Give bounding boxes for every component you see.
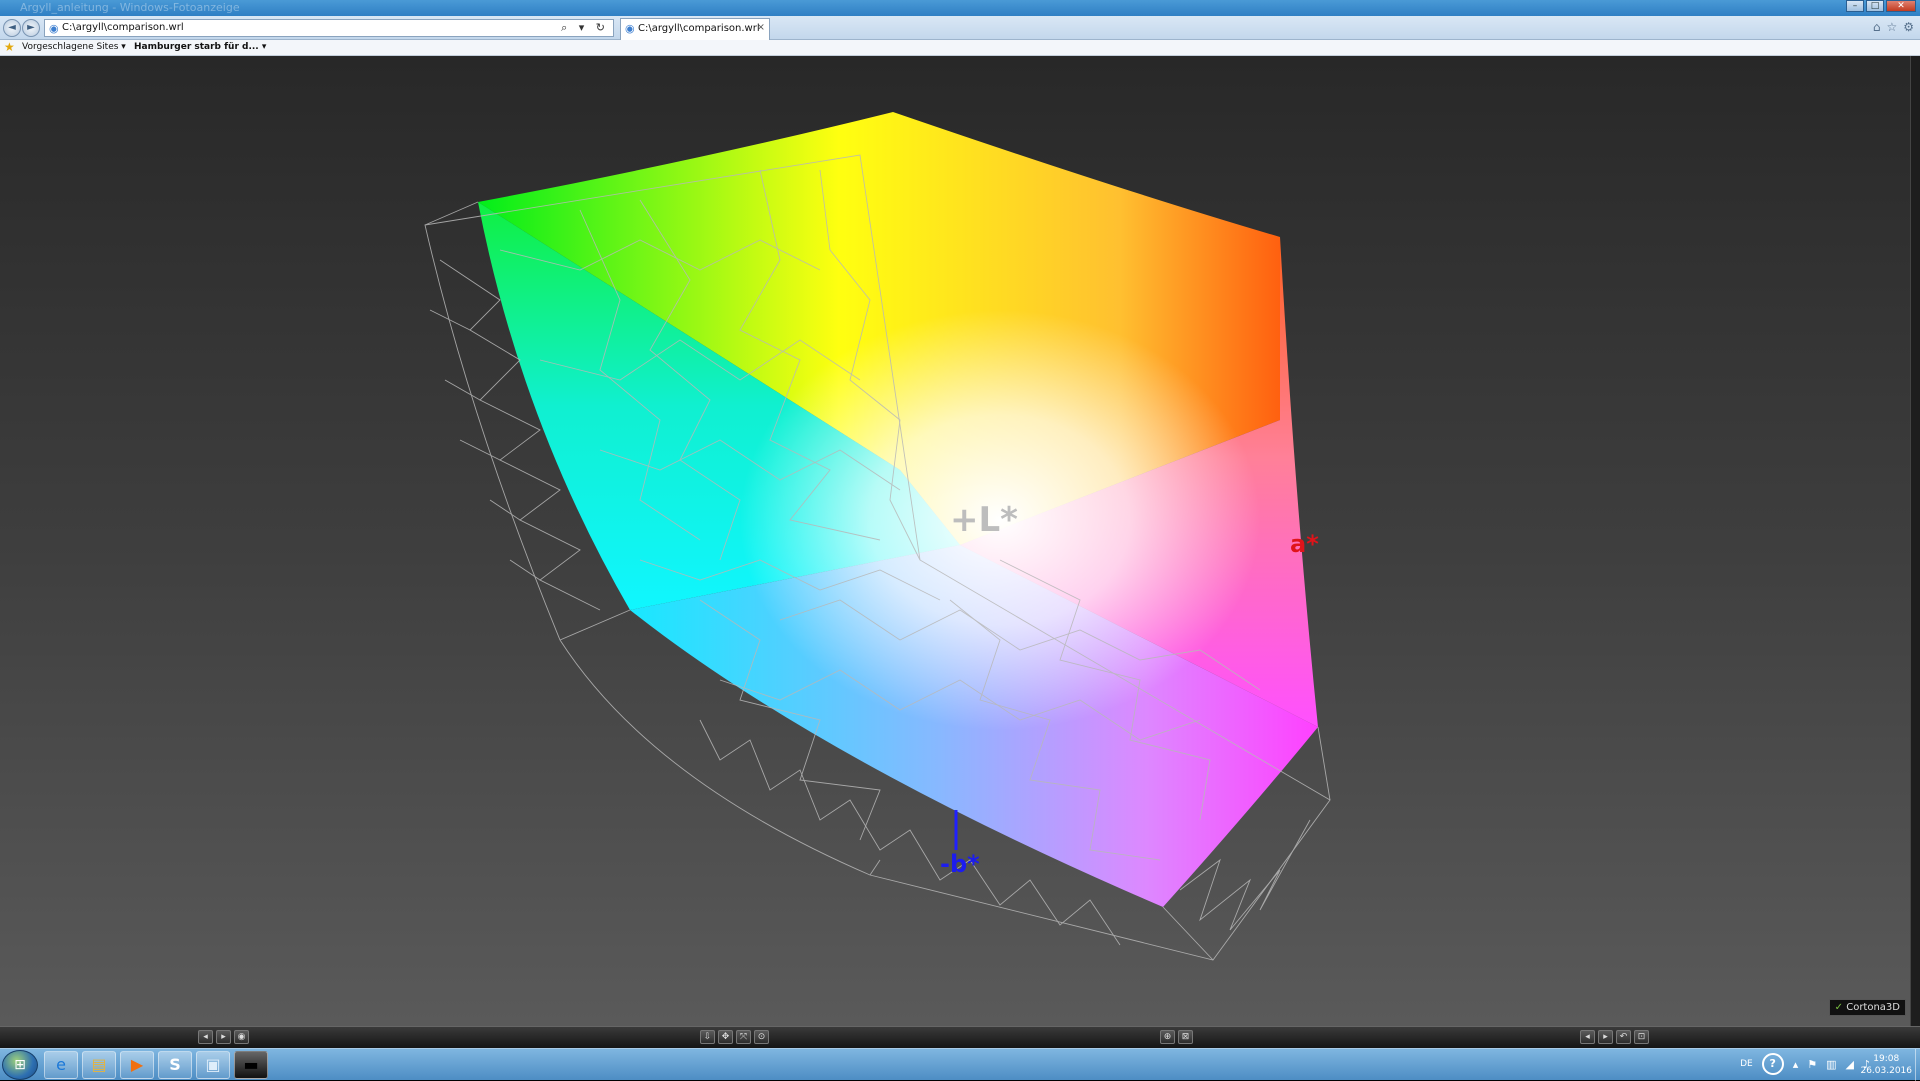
taskbar-photo-viewer[interactable]: ▣ [196,1051,230,1079]
help-icon[interactable]: ? [1761,1053,1784,1075]
axis-label-b: -b* [940,850,980,878]
maximize-button[interactable]: □ [1866,0,1884,12]
windows-taskbar: ⊞ e ▤ ▶ S ▣ ▬ DE ? ▴ ⚑ ▥ ◢ ♪ 19:08 26.03… [0,1048,1920,1081]
controls-right-group: ◂ ▸ ↶ ⊡ [1580,1030,1649,1044]
vrml-3d-viewport[interactable]: +L* a* -b* ✓ Cortona3D [0,56,1910,1026]
rotate-mode-button[interactable]: ⤧ [736,1030,751,1044]
forward-button[interactable]: ► [22,19,40,37]
page-icon: ◉ [49,22,59,35]
step-forward-button[interactable]: ▸ [1598,1030,1613,1044]
navigation-bar: ◄ ► ◉ C:\argyll\comparison.wrl ⌕ ▾ ↻ ◉ C… [0,16,1920,40]
taskbar-internet-explorer[interactable]: e [44,1051,78,1079]
taskbar-explorer[interactable]: ▤ [82,1051,116,1079]
news-feed-link[interactable]: Hamburger starb für d... ▾ [134,42,266,52]
pan-mode-button[interactable]: ✥ [718,1030,733,1044]
walk-mode-button[interactable]: ⇩ [700,1030,715,1044]
window-controls: – □ ✕ [1846,0,1916,12]
favorites-bar: ★ Vorgeschlagene Sites ▾ Hamburger starb… [0,40,1920,56]
controls-left-group: ◂ ▸ ◉ [198,1030,249,1044]
browser-tools: ⌂ ☆ ⚙ [1873,20,1914,34]
suggested-sites-link[interactable]: Vorgeschlagene Sites ▾ [22,42,126,52]
favorites-icon[interactable]: ☆ [1886,20,1897,34]
action-center-flag-icon[interactable]: ⚑ [1807,1058,1817,1071]
straighten-button[interactable]: ⊡ [1634,1030,1649,1044]
tab-label: C:\argyll\comparison.wrl [638,23,760,34]
show-desktop-button[interactable] [1915,1049,1920,1081]
back-button[interactable]: ◄ [3,19,21,37]
battery-icon[interactable]: ▥ [1826,1058,1836,1071]
home-icon[interactable]: ⌂ [1873,20,1881,34]
taskbar-skype[interactable]: S [158,1051,192,1079]
start-button[interactable]: ⊞ [2,1050,38,1080]
close-button[interactable]: ✕ [1886,0,1916,12]
gamut-3d-scene: +L* a* -b* [424,112,1331,961]
clock-date: 26.03.2016 [1860,1066,1912,1076]
navigation-mode-group: ⇩ ✥ ⤧ ⊙ [700,1030,769,1044]
system-tray: DE ? ▴ ⚑ ▥ ◢ ♪ [1740,1053,1870,1075]
language-indicator[interactable]: DE [1740,1059,1753,1069]
restore-view-button[interactable]: ⊠ [1178,1030,1193,1044]
taskbar-command-prompt[interactable]: ▬ [234,1051,268,1079]
clock-time: 19:08 [1873,1054,1900,1064]
window-title: Argyll_anleitung - Windows-Fotoanzeige [20,1,240,14]
taskbar-clock[interactable]: 19:08 26.03.2016 [1860,1053,1912,1077]
tab-close-icon[interactable]: × [757,22,765,33]
study-mode-button[interactable]: ⊙ [754,1030,769,1044]
settings-gear-icon[interactable]: ⚙ [1903,20,1914,34]
address-text: C:\argyll\comparison.wrl [62,22,184,33]
fit-object-button[interactable]: ⊕ [1160,1030,1175,1044]
tab-comparison[interactable]: ◉ C:\argyll\comparison.wrl × [620,18,770,40]
network-signal-icon[interactable]: ◢ [1846,1058,1854,1071]
next-viewpoint-button[interactable]: ▸ [216,1030,231,1044]
cortona-leaf-icon: ✓ [1834,1002,1844,1013]
cortona-control-bar: ◂ ▸ ◉ ⇩ ✥ ⤧ ⊙ ⊕ ⊠ ◂ ▸ ↶ ⊡ [0,1026,1920,1048]
axis-label-L: +L* [950,500,1018,540]
address-bar[interactable]: ◉ C:\argyll\comparison.wrl ⌕ ▾ ↻ [44,19,614,37]
tab-page-icon: ◉ [625,22,635,35]
address-tools[interactable]: ⌕ ▾ ↻ [561,21,609,35]
viewport-scrollbar[interactable] [1910,56,1920,1026]
step-back-button[interactable]: ◂ [1580,1030,1595,1044]
minimize-button[interactable]: – [1846,0,1864,12]
fit-controls-group: ⊕ ⊠ [1160,1030,1193,1044]
prev-viewpoint-button[interactable]: ◂ [198,1030,213,1044]
favorites-star-icon[interactable]: ★ [4,40,15,54]
show-hidden-icons[interactable]: ▴ [1793,1058,1799,1071]
cortona-logo-badge[interactable]: ✓ Cortona3D [1828,999,1906,1016]
view-eye-button[interactable]: ◉ [234,1030,249,1044]
axis-label-a: a* [1290,530,1319,558]
taskbar-media-player[interactable]: ▶ [120,1051,154,1079]
cortona-brand: Cortona3D [1846,1002,1900,1013]
undo-move-button[interactable]: ↶ [1616,1030,1631,1044]
window-title-bar[interactable]: Argyll_anleitung - Windows-Fotoanzeige –… [0,0,1920,16]
